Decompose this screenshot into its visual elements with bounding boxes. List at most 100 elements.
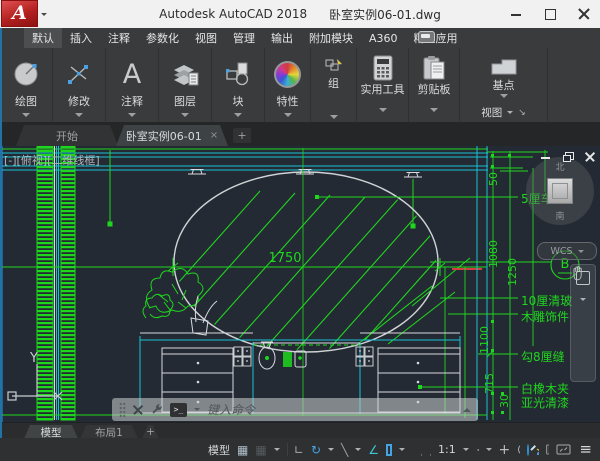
chevron-down-icon[interactable]: [355, 448, 361, 454]
performance-icon[interactable]: [536, 444, 539, 456]
panel-block[interactable]: 块: [212, 48, 265, 122]
color-wheel-icon: [265, 48, 310, 95]
drawing-minimize-button[interactable]: [541, 152, 551, 162]
command-input[interactable]: 键入命令: [207, 401, 255, 418]
ribbon-tab-insert[interactable]: 插入: [62, 28, 100, 48]
chevron-down-icon[interactable]: [486, 448, 492, 454]
close-button[interactable]: [578, 8, 590, 20]
chevron-down-icon[interactable]: [399, 448, 405, 454]
ribbon-state-icon: [418, 31, 435, 43]
snap-grid-icon[interactable]: ▦: [237, 444, 248, 456]
chevron-down-icon[interactable]: [75, 113, 83, 121]
close-icon[interactable]: ×: [210, 130, 218, 141]
new-drawing-tab-button[interactable]: +: [233, 128, 251, 143]
chevron-down-icon[interactable]: [234, 113, 242, 121]
panel-groups[interactable]: 组: [311, 48, 357, 122]
chevron-down-icon[interactable]: [181, 113, 189, 121]
history-up-icon[interactable]: [463, 404, 471, 412]
ribbon-tab-parametric[interactable]: 参数化: [138, 28, 187, 48]
pan-hand-icon[interactable]: [571, 265, 585, 281]
ribbon-display-toggle[interactable]: [418, 31, 445, 43]
annotation-scale-value[interactable]: 1:1: [438, 443, 456, 456]
panel-view[interactable]: 基点 视图 ↘: [460, 48, 548, 122]
panel-modify[interactable]: 修改: [53, 48, 106, 122]
minimize-button[interactable]: [510, 8, 522, 20]
view-panel-title[interactable]: 视图 ↘: [460, 105, 547, 120]
ortho-icon[interactable]: ∟: [294, 444, 304, 456]
panel-annotate[interactable]: A 注释: [106, 48, 159, 122]
clean-screen-icon[interactable]: [556, 444, 571, 455]
chevron-down-icon[interactable]: [194, 408, 200, 414]
annotation-autoscale-icon[interactable]: [420, 444, 422, 456]
dim-text-30: 30: [498, 394, 511, 408]
curtain-hatch: [37, 146, 75, 420]
view-panel-title-label: 视图: [481, 105, 502, 120]
dialog-launcher-icon[interactable]: ↘: [518, 108, 526, 118]
chevron-down-icon[interactable]: [500, 94, 508, 102]
isometric-drafting-icon[interactable]: ╲: [341, 444, 348, 456]
chevron-down-icon[interactable]: [379, 108, 387, 116]
ribbon-tab-annotate[interactable]: 注释: [100, 28, 138, 48]
panel-clipboard[interactable]: 剪贴板: [409, 48, 460, 122]
ribbon-tab-addins[interactable]: 附加模块: [301, 28, 361, 48]
tab-model[interactable]: 模型: [24, 425, 78, 439]
ribbon-tab-manage[interactable]: 管理: [225, 28, 263, 48]
spotlight-symbols: [188, 170, 422, 178]
isolate-objects-icon[interactable]: [517, 443, 520, 456]
hardware-acceleration-icon[interactable]: [527, 444, 529, 456]
drawing-restore-button[interactable]: [563, 152, 573, 162]
chevron-down-icon[interactable]: [274, 448, 280, 454]
object-snap-icon[interactable]: [386, 444, 392, 456]
grid-display-icon[interactable]: ▦: [255, 444, 266, 456]
object-snap-tracking-icon[interactable]: ∠: [368, 444, 379, 456]
chevron-down-icon[interactable]: [284, 113, 292, 121]
viewcube[interactable]: 北 南: [526, 157, 594, 225]
panel-utilities[interactable]: 实用工具: [357, 48, 409, 122]
drag-handle[interactable]: [119, 402, 126, 418]
wcs-dropdown[interactable]: WCS: [537, 242, 597, 260]
file-tab-start-label: 开始: [56, 128, 78, 144]
new-layout-button[interactable]: +: [142, 425, 159, 439]
drawing-close-button[interactable]: [585, 152, 595, 162]
ribbon-tab-view[interactable]: 视图: [187, 28, 225, 48]
command-prompt-icon[interactable]: >_: [170, 403, 187, 417]
panel-properties[interactable]: 特性: [265, 48, 311, 122]
chevron-down-icon[interactable]: [128, 113, 136, 121]
close-icon[interactable]: [133, 405, 143, 415]
graphics-warning-icon[interactable]: [546, 444, 549, 456]
polar-tracking-icon[interactable]: ↻: [311, 444, 321, 456]
ribbon-tab-output[interactable]: 输出: [263, 28, 301, 48]
chevron-down-icon: [439, 36, 445, 42]
customize-wrench-icon[interactable]: [150, 403, 163, 416]
chevron-down-icon[interactable]: [328, 448, 334, 454]
navigation-bar[interactable]: [570, 264, 596, 382]
panel-label: 块: [212, 95, 264, 109]
model-space-button[interactable]: 模型: [208, 442, 230, 458]
ucs-icon: Y: [8, 351, 62, 400]
basepoint-label: 基点: [460, 79, 547, 93]
chevron-down-icon[interactable]: [463, 448, 469, 454]
tab-layout1[interactable]: 布局1: [80, 425, 138, 439]
customization-menu-icon[interactable]: ≡: [579, 442, 592, 457]
file-tab-drawing[interactable]: 卧室实例06-01 ×: [116, 125, 228, 146]
panel-draw[interactable]: 绘图: [0, 48, 53, 122]
ribbon-tab-a360[interactable]: A360: [361, 28, 406, 48]
annotation-visibility-icon[interactable]: [412, 444, 414, 456]
drawing-canvas[interactable]: 1750: [0, 146, 600, 422]
viewcube-face[interactable]: [547, 178, 573, 204]
file-tab-start[interactable]: 开始: [16, 125, 118, 146]
ribbon-tab-home[interactable]: 默认: [24, 28, 62, 48]
annotation-monitor-plus-icon[interactable]: +: [499, 443, 511, 457]
viewport-controls-label[interactable]: [-][俯视][二维线框]: [4, 152, 100, 168]
chevron-down-icon[interactable]: [580, 298, 586, 304]
maximize-button[interactable]: [544, 8, 556, 20]
command-line-bar[interactable]: >_ 键入命令: [112, 398, 478, 421]
panel-layers[interactable]: 图层: [159, 48, 212, 122]
chevron-down-icon[interactable]: [22, 113, 30, 121]
workspace-gear-icon[interactable]: [476, 443, 479, 457]
chevron-down-icon[interactable]: [430, 108, 438, 116]
annotation-scale-icon[interactable]: [429, 444, 431, 456]
viewcube-south-label[interactable]: 南: [526, 209, 594, 222]
note-groove: 勾8厘缝: [521, 348, 565, 365]
basepoint-icon: [460, 48, 547, 79]
